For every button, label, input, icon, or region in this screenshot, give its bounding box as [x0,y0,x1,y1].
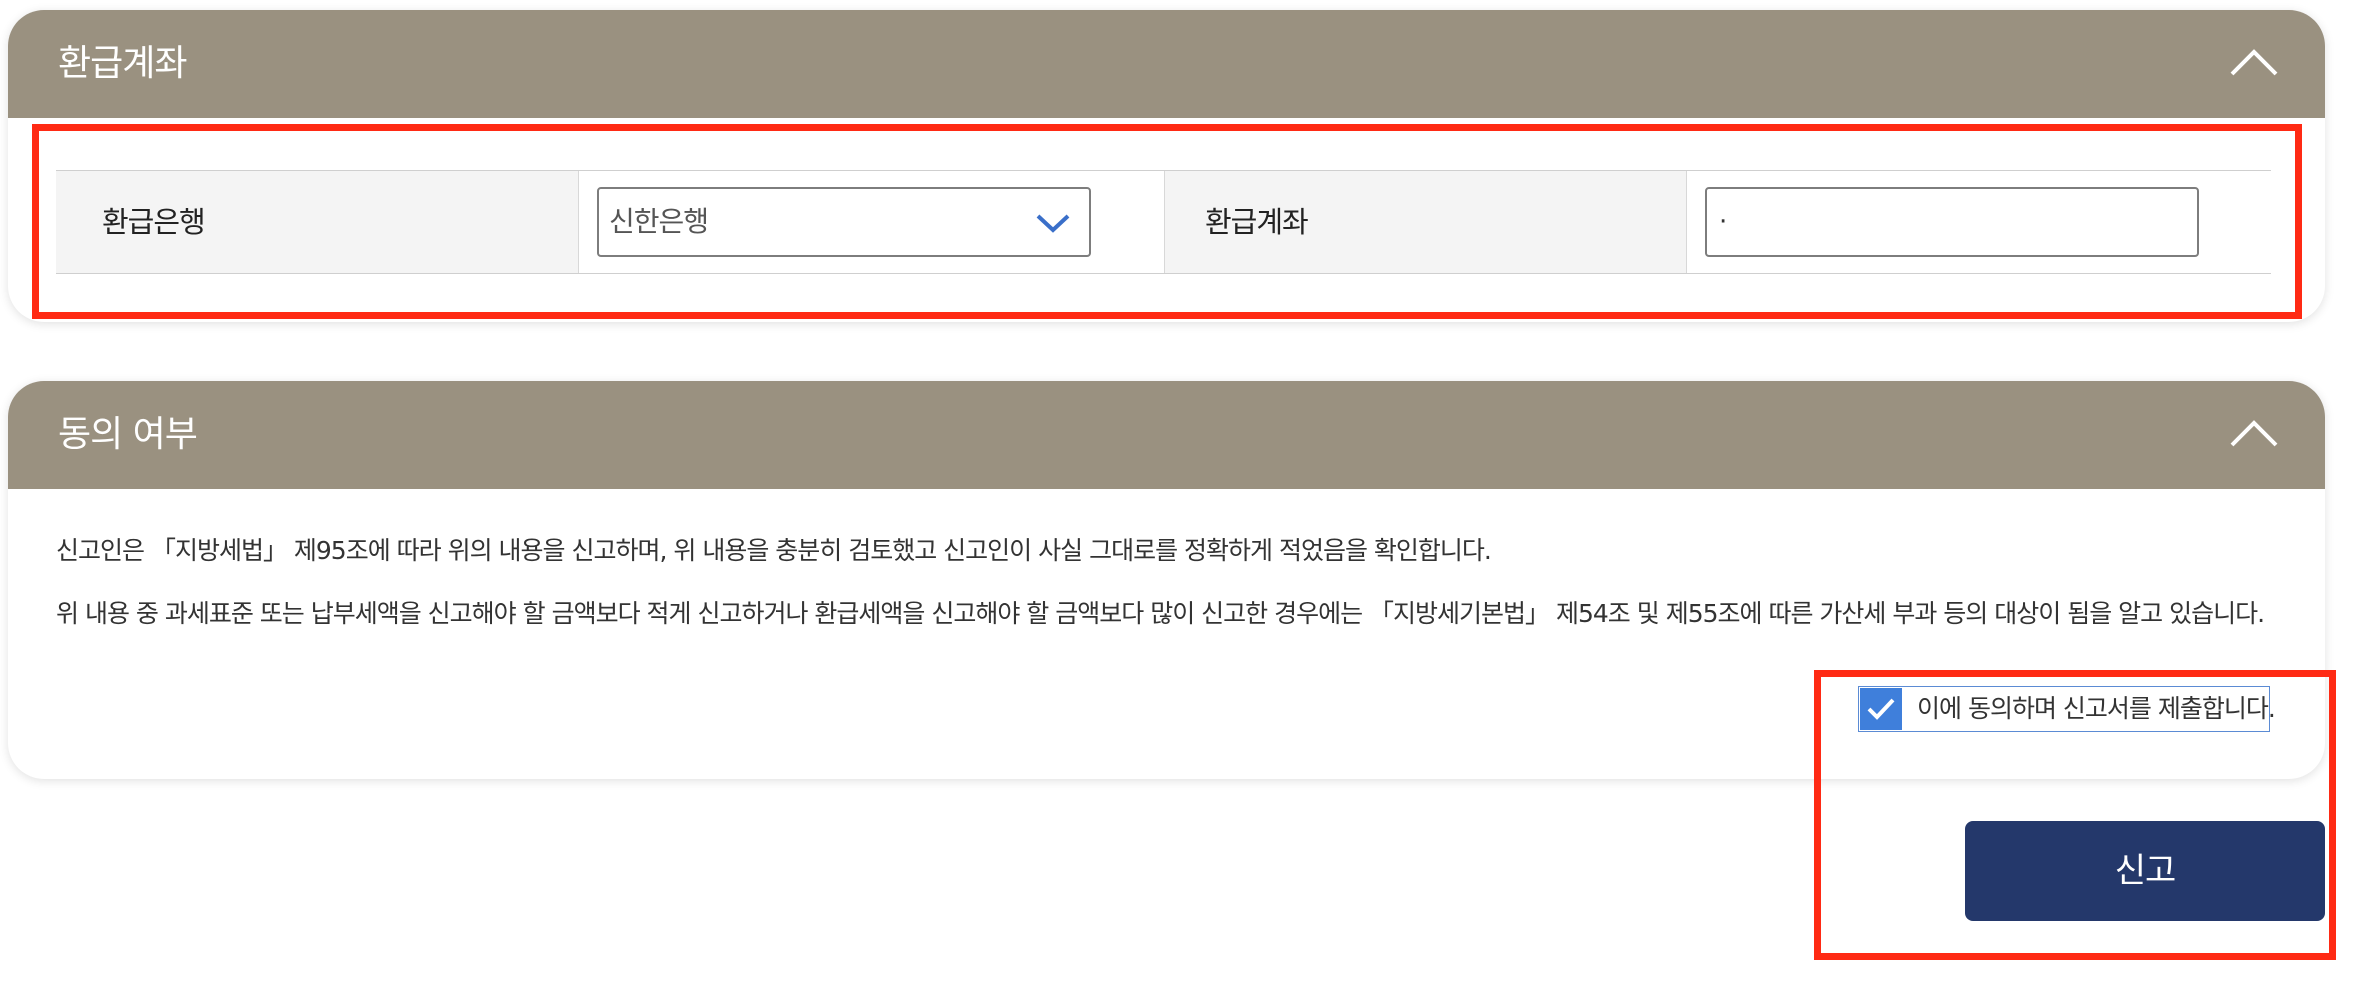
refund-bank-cell: 신한은행 [578,171,1164,273]
refund-account-cell [1686,171,2271,273]
refund-account-label: 환급계좌 [1164,171,1686,273]
agree-label[interactable]: 이에 동의하며 신고서를 제출합니다. [1917,687,2276,731]
refund-account-header: 환급계좌 [8,10,2325,118]
consent-paragraph-1: 신고인은 「지방세법」 제95조에 따라 위의 내용을 신고하며, 위 내용을 … [56,536,1492,565]
consent-header: 동의 여부 [8,381,2325,489]
chevron-up-icon[interactable] [2228,44,2280,80]
refund-account-row: 환급은행 신한은행 환급계좌 [56,170,2271,274]
consent-title: 동의 여부 [58,414,198,455]
consent-paragraph-2: 위 내용 중 과세표준 또는 납부세액을 신고해야 할 금액보다 적게 신고하거… [56,599,2265,628]
agree-checkbox[interactable] [1860,688,1902,730]
refund-account-title: 환급계좌 [58,43,187,84]
refund-account-panel: 환급계좌 환급은행 신한은행 환급계좌 [8,10,2325,322]
checkmark-icon [1867,698,1895,720]
refund-bank-selected-value: 신한은행 [609,205,709,238]
refund-bank-select[interactable]: 신한은행 [597,187,1091,257]
refund-bank-label: 환급은행 [56,171,578,273]
consent-panel: 동의 여부 신고인은 「지방세법」 제95조에 따라 위의 내용을 신고하며, … [8,381,2325,779]
submit-button[interactable]: 신고 [1965,821,2325,921]
refund-account-input[interactable] [1705,187,2199,257]
agree-checkbox-control[interactable]: 이에 동의하며 신고서를 제출합니다. [1858,686,2276,732]
chevron-down-icon [1036,214,1070,233]
chevron-up-icon[interactable] [2228,415,2280,451]
